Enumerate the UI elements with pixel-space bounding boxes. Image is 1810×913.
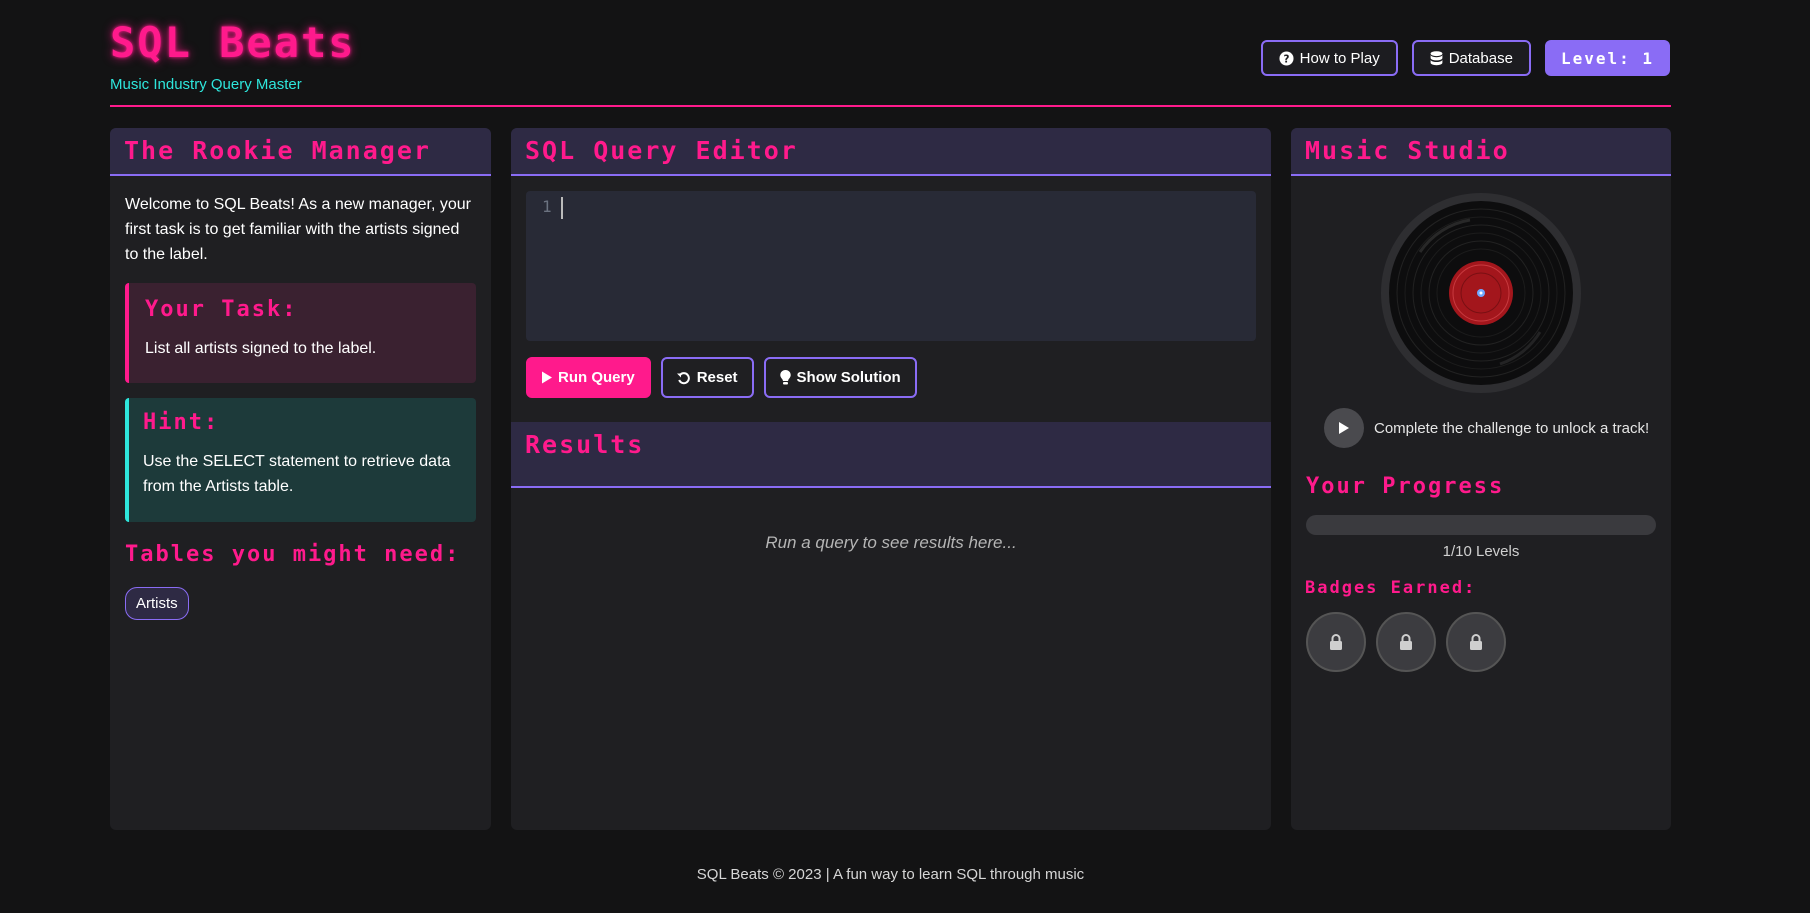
editor-actions: Run Query Reset Show Solution [526,357,1256,398]
mission-title: The Rookie Manager [110,128,491,176]
app-logo-title: SQL Beats [110,18,356,67]
app-tagline: Music Industry Query Master [110,76,302,93]
run-query-button[interactable]: Run Query [526,357,651,398]
lock-icon [1470,634,1482,650]
task-title: Your Task: [145,297,298,322]
editor-panel: SQL Query Editor 1 Run Query Reset Show … [511,128,1271,830]
line-number: 1 [542,197,552,216]
hint-text: Use the SELECT statement to retrieve dat… [143,453,451,495]
task-box: Your Task: List all artists signed to th… [125,283,476,383]
lock-icon [1330,634,1342,650]
task-text: List all artists signed to the label. [145,340,377,357]
page-footer: SQL Beats © 2023 | A fun way to learn SQ… [696,866,1085,883]
level-badge: Level: 1 [1544,40,1670,76]
text-cursor [561,197,563,219]
results-placeholder: Run a query to see results here... [765,533,1017,552]
welcome-text: Welcome to SQL Beats! As a new manager, … [125,196,471,263]
database-label: Database [1448,49,1513,67]
locked-badge [1376,612,1436,672]
how-to-play-button[interactable]: ? How to Play [1260,40,1398,76]
studio-title: Music Studio [1291,128,1671,176]
tables-title: Tables you might need: [125,542,461,567]
table-chip-artists[interactable]: Artists [125,587,189,620]
header-divider [110,105,1671,107]
progress-bar [1306,515,1656,535]
results-title: Results [511,422,1271,488]
how-to-play-label: How to Play [1299,49,1380,67]
mission-panel: The Rookie Manager Welcome to SQL Beats!… [110,128,491,830]
question-circle-icon: ? [1279,50,1294,66]
show-solution-label: Show Solution [796,369,901,386]
badges-list [1306,612,1671,672]
lightbulb-icon [779,370,791,385]
play-icon [542,371,552,384]
run-query-label: Run Query [558,369,635,386]
vinyl-record-icon [1381,193,1581,393]
app-header: SQL Beats Music Industry Query Master ? … [110,18,1670,108]
sql-editor[interactable]: 1 [526,191,1256,341]
undo-icon [676,371,690,384]
header-actions: ? How to Play Database Level: 1 [1260,40,1670,76]
play-icon [1339,422,1349,434]
hint-box: Hint: Use the SELECT statement to retrie… [125,398,476,522]
reset-button[interactable]: Reset [660,357,754,398]
play-track-button[interactable] [1324,408,1364,448]
reset-label: Reset [696,369,738,386]
hint-title: Hint: [143,410,220,435]
lock-icon [1400,634,1412,650]
locked-badge [1446,612,1506,672]
track-player: Complete the challenge to unlock a track… [1324,408,1671,448]
unlock-track-text: Complete the challenge to unlock a track… [1374,419,1650,437]
editor-title: SQL Query Editor [511,128,1271,176]
show-solution-button[interactable]: Show Solution [763,357,917,398]
svg-text:?: ? [1283,53,1289,65]
studio-panel: Music Studio Complete the challenge to u… [1291,128,1671,830]
vinyl-record [1380,192,1582,394]
progress-label: 1/10 Levels [1442,543,1520,560]
badges-title: Badges Earned: [1305,578,1477,598]
progress-title: Your Progress [1306,474,1505,499]
database-button[interactable]: Database [1411,40,1531,76]
locked-badge [1306,612,1366,672]
database-icon [1430,50,1443,65]
